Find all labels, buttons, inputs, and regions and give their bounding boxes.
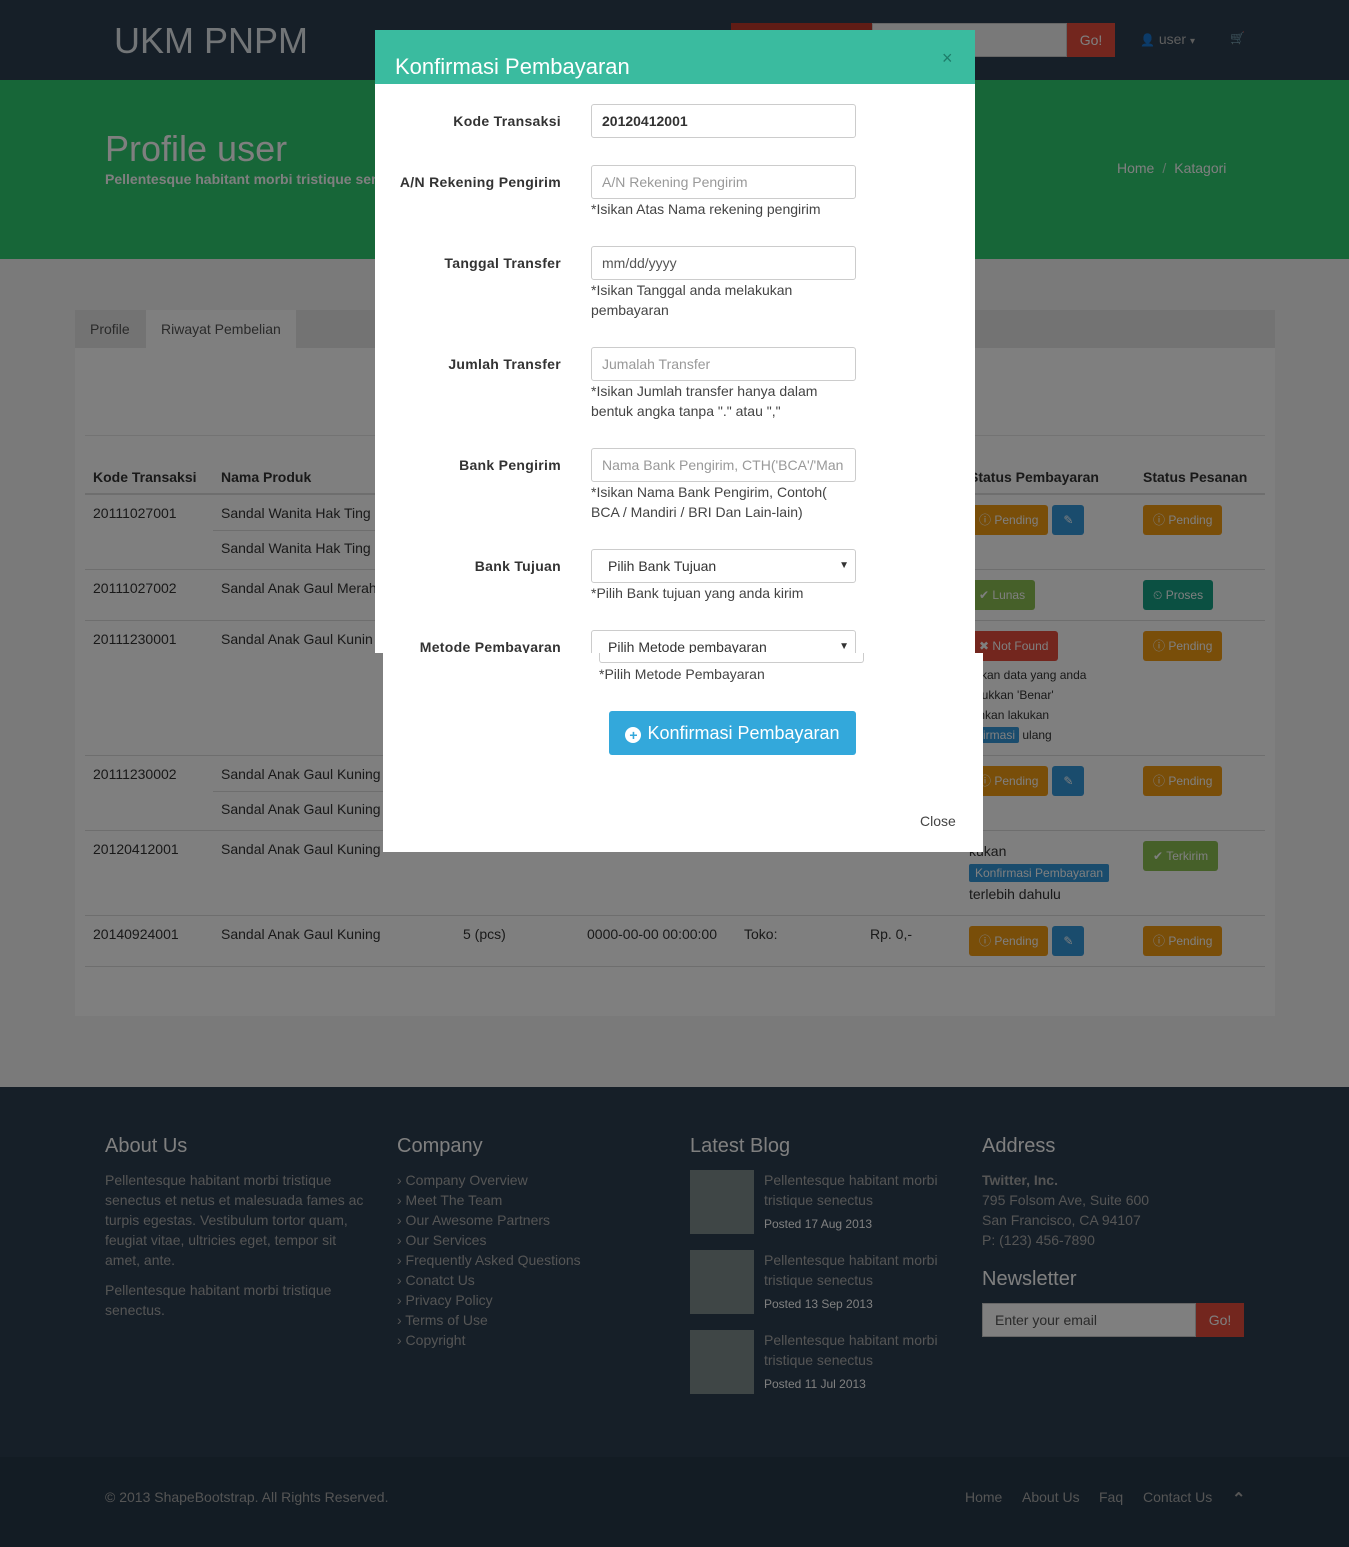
close-icon[interactable]: × [942, 48, 953, 69]
field-help: *Isikan Nama Bank Pengirim, Contoh( BCA … [591, 484, 827, 520]
payment-confirmation-modal: Konfirmasi Pembayaran × Kode Transaksi 2… [375, 30, 975, 653]
close-button[interactable]: Close [920, 813, 956, 829]
field-label: Metode Pembayaran [419, 639, 561, 653]
metode-pembayaran-select[interactable]: Pilih Metode pembayaran ▼ [591, 630, 856, 653]
field-help: *Isikan Atas Nama rekening pengirim [591, 201, 821, 217]
kode-transaksi-field[interactable]: 20120412001 [591, 104, 856, 138]
select-value: Pilih Bank Tujuan [608, 558, 717, 574]
field-label: Bank Tujuan [474, 558, 561, 574]
field-help: *Pilih Metode Pembayaran [599, 666, 765, 682]
rekening-pengirim-field[interactable]: A/N Rekening Pengirim [591, 165, 856, 199]
modal-header: Konfirmasi Pembayaran × [375, 30, 975, 84]
chevron-down-icon: ▼ [839, 560, 849, 571]
modal-title: Konfirmasi Pembayaran [395, 54, 630, 79]
field-label: A/N Rekening Pengirim [399, 174, 561, 190]
field-help: *Isikan Tanggal anda melakukan pembayara… [591, 282, 793, 318]
bank-tujuan-select[interactable]: Pilih Bank Tujuan ▼ [591, 549, 856, 583]
select-bottom-edge [599, 653, 864, 663]
chevron-down-icon: ▼ [839, 641, 849, 652]
field-help: *Isikan Jumlah transfer hanya dalam bent… [591, 383, 818, 419]
tanggal-transfer-field[interactable]: mm/dd/yyyy [591, 246, 856, 280]
jumlah-transfer-field[interactable]: Jumalah Transfer [591, 347, 856, 381]
bank-pengirim-field[interactable]: Nama Bank Pengirim, CTH('BCA'/'Man [591, 448, 856, 482]
field-label: Jumlah Transfer [448, 356, 561, 372]
select-value: Pilih Metode pembayaran [608, 639, 767, 653]
field-label: Bank Pengirim [459, 457, 561, 473]
field-label: Tanggal Transfer [444, 255, 561, 271]
button-label: Konfirmasi Pembayaran [647, 723, 840, 743]
modal-lower-section: *Pilih Metode Pembayaran + Konfirmasi Pem… [383, 653, 983, 852]
konfirmasi-pembayaran-button[interactable]: + Konfirmasi Pembayaran [609, 711, 856, 755]
plus-circle-icon: + [625, 727, 642, 743]
field-help: *Pilih Bank tujuan yang anda kirim [591, 585, 804, 601]
field-label: Kode Transaksi [453, 113, 561, 129]
